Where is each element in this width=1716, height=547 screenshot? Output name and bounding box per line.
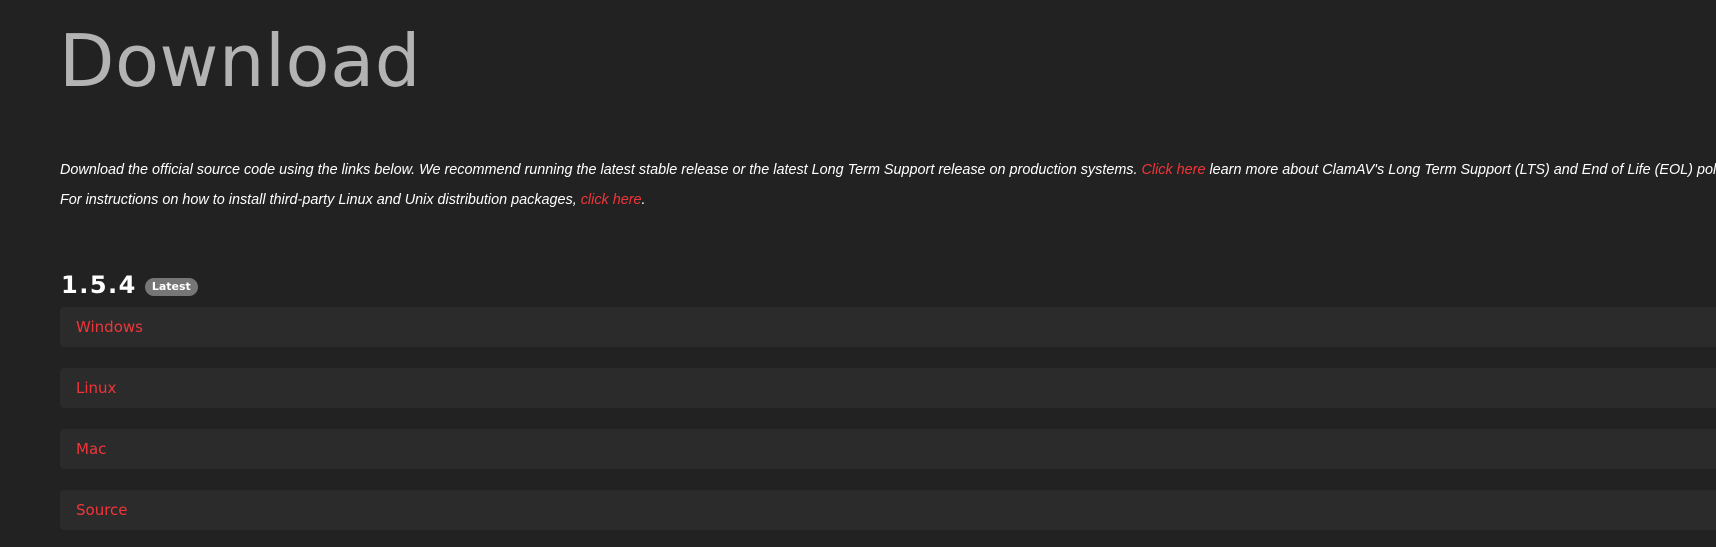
- distro-packages-text: For instructions on how to install third…: [60, 192, 581, 208]
- distro-packages-period: .: [641, 192, 646, 208]
- release-heading: 1.5.4 Latest: [61, 269, 198, 301]
- distro-packages-link[interactable]: click here: [581, 192, 642, 208]
- intro-text-continued: learn more about ClamAV's Long Term Supp…: [1205, 162, 1716, 178]
- platform-list: Windows Linux Mac Source: [60, 307, 1716, 547]
- platform-mac-label[interactable]: Mac: [76, 440, 106, 458]
- distro-packages-paragraph: For instructions on how to install third…: [60, 191, 646, 209]
- intro-text: Download the official source code using …: [60, 162, 1142, 178]
- platform-linux-label[interactable]: Linux: [76, 379, 116, 397]
- platform-windows-label[interactable]: Windows: [76, 318, 143, 336]
- platform-linux[interactable]: Linux: [60, 368, 1716, 408]
- release-version: 1.5.4: [61, 271, 137, 299]
- platform-source[interactable]: Source: [60, 490, 1716, 530]
- platform-source-label[interactable]: Source: [76, 501, 128, 519]
- lts-policy-link[interactable]: Click here: [1142, 162, 1206, 178]
- intro-paragraph: Download the official source code using …: [60, 161, 1716, 179]
- platform-windows[interactable]: Windows: [60, 307, 1716, 347]
- platform-mac[interactable]: Mac: [60, 429, 1716, 469]
- page-title: Download: [59, 19, 421, 103]
- latest-badge: Latest: [144, 277, 198, 296]
